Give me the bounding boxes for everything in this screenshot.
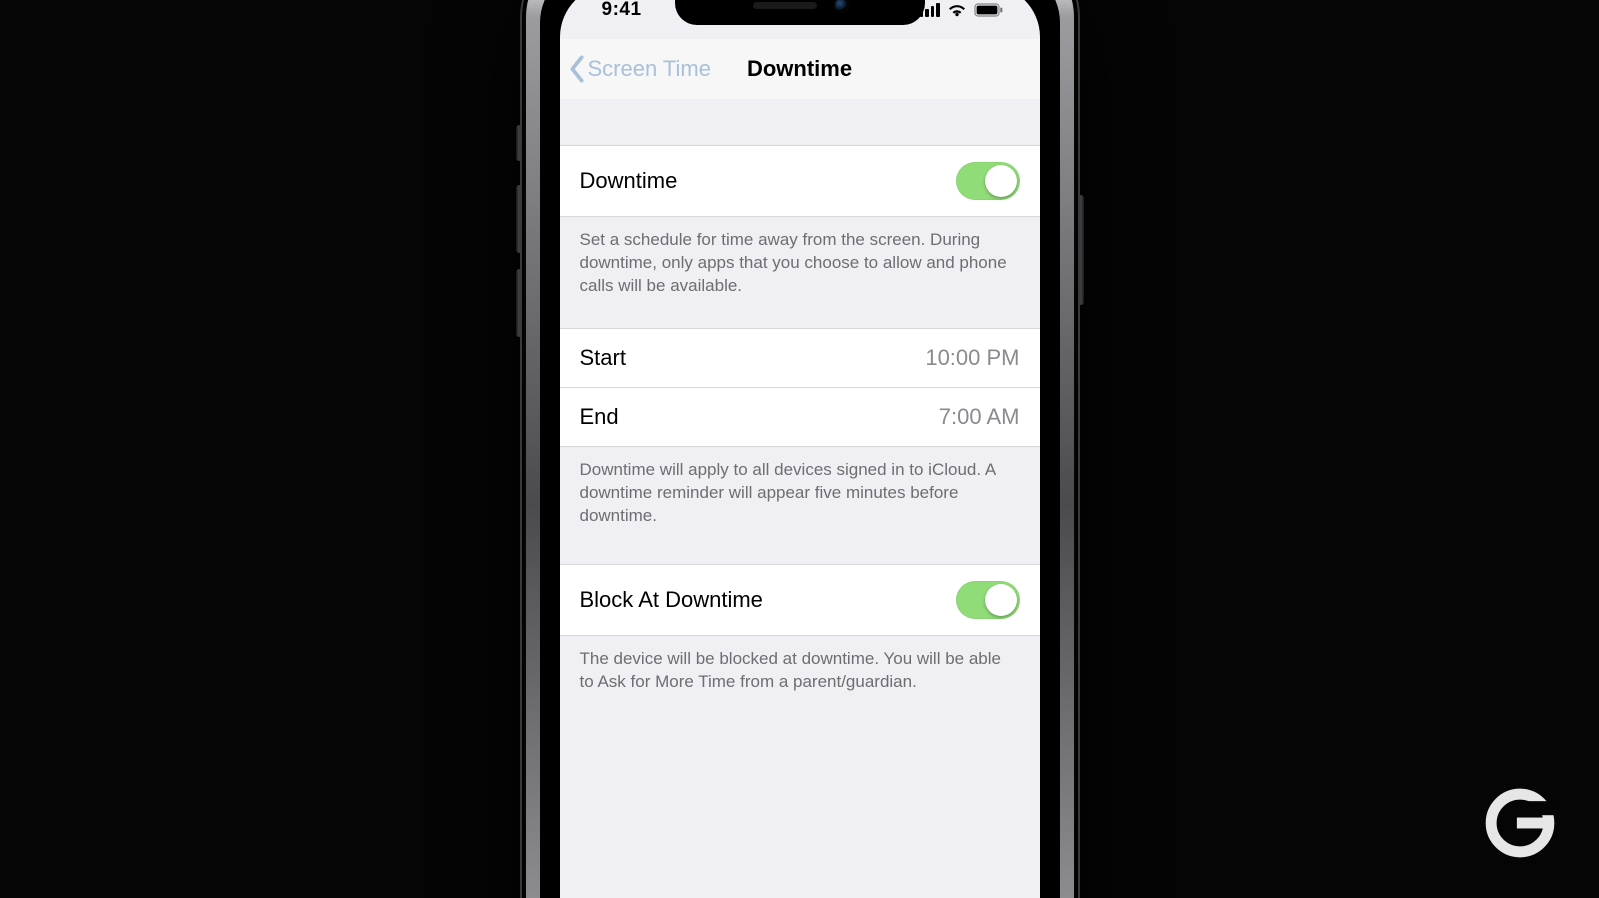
wifi-icon (947, 3, 967, 18)
watermark-logo (1481, 784, 1559, 862)
front-camera (835, 0, 847, 11)
phone-inner: 9:41 (540, 0, 1060, 898)
downtime-description: Set a schedule for time away from the sc… (560, 217, 1040, 298)
block-description: The device will be blocked at downtime. … (560, 636, 1040, 694)
block-toggle-label: Block At Downtime (580, 587, 763, 613)
back-label: Screen Time (588, 56, 712, 82)
settings-content[interactable]: Downtime Set a schedule for time away fr… (560, 99, 1040, 898)
downtime-toggle[interactable] (956, 162, 1020, 200)
display-notch (675, 0, 925, 25)
block-at-downtime-toggle[interactable] (956, 581, 1020, 619)
start-value: 10:00 PM (925, 345, 1019, 371)
schedule-description: Downtime will apply to all devices signe… (560, 447, 1040, 528)
block-at-downtime-row[interactable]: Block At Downtime (560, 564, 1040, 636)
start-label: Start (580, 345, 626, 371)
phone-screen: 9:41 (560, 0, 1040, 898)
status-time: 9:41 (588, 0, 642, 21)
battery-icon (974, 3, 1004, 17)
back-button[interactable]: Screen Time (560, 55, 712, 83)
end-value: 7:00 AM (939, 404, 1020, 430)
phone-body: 9:41 (520, 0, 1080, 898)
phone-rim: 9:41 (526, 0, 1074, 898)
end-time-row[interactable]: End 7:00 AM (560, 388, 1040, 447)
navigation-bar: Screen Time Downtime (560, 39, 1040, 100)
earpiece-speaker (753, 2, 817, 9)
page-title: Downtime (747, 56, 852, 82)
chevron-left-icon (568, 55, 586, 83)
phone-device: 9:41 (520, 0, 1080, 898)
downtime-toggle-label: Downtime (580, 168, 678, 194)
start-time-row[interactable]: Start 10:00 PM (560, 328, 1040, 388)
end-label: End (580, 404, 619, 430)
status-icons (920, 3, 1012, 18)
downtime-toggle-row[interactable]: Downtime (560, 145, 1040, 217)
